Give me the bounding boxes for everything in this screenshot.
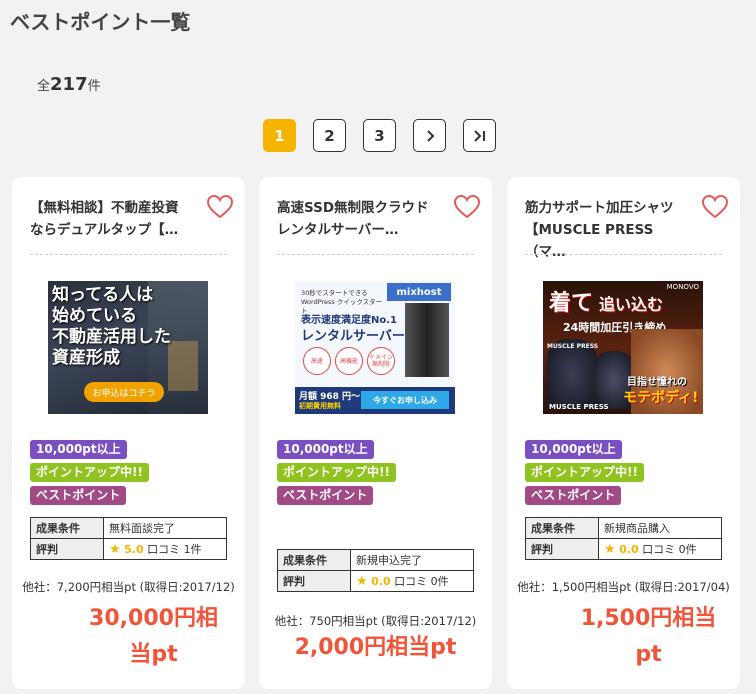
heart-icon[interactable] [207, 195, 233, 219]
heart-icon[interactable] [454, 195, 480, 219]
banner-brand: mixhost [387, 283, 451, 301]
badge-best-point: ベストポイント [30, 486, 127, 505]
condition-label: 成果条件 [277, 549, 351, 571]
banner-text: レンタルサーバー [301, 329, 405, 344]
page-button-2[interactable]: 2 [313, 119, 346, 152]
star-icon: ★ [356, 574, 368, 589]
condition-table: 成果条件 無料面談完了 評判 ★ 5.0 口コミ 1件 [30, 517, 227, 560]
banner-text: 表示速度満足度No.1 [301, 315, 397, 326]
last-page-button[interactable] [463, 119, 496, 152]
rating-label: 評判 [30, 538, 104, 560]
other-site-points: 他社：7,200円相当pt (取得日:2017/12) [22, 580, 235, 594]
rating-label: 評判 [525, 538, 599, 560]
badge-point-up: ポイントアップ中!! [30, 463, 149, 482]
point-value: 1,500円相当pt [580, 606, 717, 667]
badge-point-up: ポイントアップ中!! [277, 463, 396, 482]
badge-list: 10,000pt以上 ポイントアップ中!! ベストポイント [277, 440, 396, 509]
other-site-points: 他社：1,500円相当pt (取得日:2017/04) [517, 580, 730, 594]
banner-text: 追い込む [599, 295, 664, 314]
banner-circle: ドメイン無制限 [367, 347, 395, 375]
review-label: 口コミ [147, 543, 181, 556]
review-count: 0件 [430, 575, 449, 588]
condition-table: 成果条件 新規申込完了 評判 ★ 0.0 口コミ 0件 [277, 549, 474, 592]
page-button-3[interactable]: 3 [363, 119, 396, 152]
next-page-button[interactable] [413, 119, 446, 152]
banner-brand: MONOVO [666, 283, 699, 291]
offer-banner[interactable]: 知ってる人は 始めている 不動産活用した 資産形成 お申込はコチラ [48, 281, 208, 414]
rating-value: ★ 0.0 口コミ 0件 [598, 538, 722, 560]
banner-text: 始めている [52, 306, 137, 326]
condition-table: 成果条件 新規商品購入 評判 ★ 0.0 口コミ 0件 [525, 517, 722, 560]
rating-value: ★ 5.0 口コミ 1件 [103, 538, 227, 560]
offer-title[interactable]: 【無料相談】不動産投資 ならデュアルタップ【… [30, 197, 188, 241]
condition-value: 新規申込完了 [350, 549, 474, 571]
divider [525, 254, 722, 255]
badge-point-up: ポイントアップ中!! [525, 463, 644, 482]
condition-label: 成果条件 [525, 517, 599, 539]
offer-banner[interactable]: MONOVO 着て 追い込む 24時間加圧引き締め MUSCLE PRESS 目… [543, 281, 703, 414]
rating-score: 0.0 [619, 543, 639, 556]
other-site-points: 他社：750円相当pt (取得日:2017/12) [274, 614, 477, 628]
total-number: 217 [50, 74, 88, 95]
banner-text: モテボディ! [623, 390, 699, 406]
condition-value: 無料面談完了 [103, 517, 227, 539]
banner-text: 資産形成 [52, 348, 120, 368]
banner-text: 目指せ憧れの [627, 377, 687, 388]
review-label: 口コミ [642, 543, 676, 556]
banner-cta: 今すぐお申し込み [361, 391, 449, 409]
badge-best-point: ベストポイント [525, 486, 622, 505]
review-label: 口コミ [394, 575, 428, 588]
divider [277, 254, 474, 255]
badge-points: 10,000pt以上 [277, 440, 374, 459]
banner-text: 着て [549, 291, 594, 316]
badge-points: 10,000pt以上 [30, 440, 127, 459]
chevron-right-icon [426, 129, 434, 142]
star-icon: ★ [604, 542, 616, 557]
star-icon: ★ [109, 542, 121, 557]
banner-tag: MUSCLE PRESS [547, 343, 599, 350]
offer-card-3[interactable]: 筋力サポート加圧シャツ 【MUSCLE PRESS（マ… MONOVO 着て 追… [507, 177, 740, 689]
total-count: 全217件 [37, 74, 101, 95]
badge-list: 10,000pt以上 ポイントアップ中!! ベストポイント [525, 440, 644, 509]
offer-banner[interactable]: mixhost 30秒でスタートできる WordPress クイックスタート 表… [295, 281, 455, 414]
point-value: 30,000円相当pt [89, 606, 218, 667]
review-count: 1件 [183, 543, 202, 556]
offer-title[interactable]: 高速SSD無制限クラウド レンタルサーバー… [277, 197, 435, 241]
banner-circle: 高速 [303, 347, 331, 375]
condition-label: 成果条件 [30, 517, 104, 539]
total-suffix: 件 [87, 79, 101, 94]
point-value: 2,000円相当pt [294, 635, 457, 660]
rating-score: 5.0 [124, 543, 144, 556]
condition-value: 新規商品購入 [598, 517, 722, 539]
badge-points: 10,000pt以上 [525, 440, 622, 459]
total-prefix: 全 [37, 79, 51, 94]
banner-price-sub: 初期費用無料 [299, 402, 341, 410]
review-count: 0件 [678, 543, 697, 556]
divider [30, 254, 227, 255]
banner-cta: お申込はコチラ [84, 382, 164, 402]
banner-text: 不動産活用した [52, 327, 171, 347]
page-button-1[interactable]: 1 [263, 119, 296, 152]
banner-tag: MUSCLE PRESS [549, 403, 609, 411]
badge-best-point: ベストポイント [277, 486, 374, 505]
pagination: 1 2 3 [263, 119, 496, 152]
page-title: ベストポイント一覧 [10, 10, 191, 34]
offer-card-2[interactable]: 高速SSD無制限クラウド レンタルサーバー… mixhost 30秒でスタートで… [259, 177, 492, 689]
banner-circle: 高機能 [335, 347, 363, 375]
badge-list: 10,000pt以上 ポイントアップ中!! ベストポイント [30, 440, 149, 509]
rating-label: 評判 [277, 570, 351, 592]
banner-text: 知ってる人は [52, 285, 154, 305]
last-page-icon [473, 129, 485, 142]
offer-card-1[interactable]: 【無料相談】不動産投資 ならデュアルタップ【… 知ってる人は 始めている 不動産… [12, 177, 245, 689]
heart-icon[interactable] [702, 195, 728, 219]
rating-score: 0.0 [371, 575, 391, 588]
rating-value: ★ 0.0 口コミ 0件 [350, 570, 474, 592]
